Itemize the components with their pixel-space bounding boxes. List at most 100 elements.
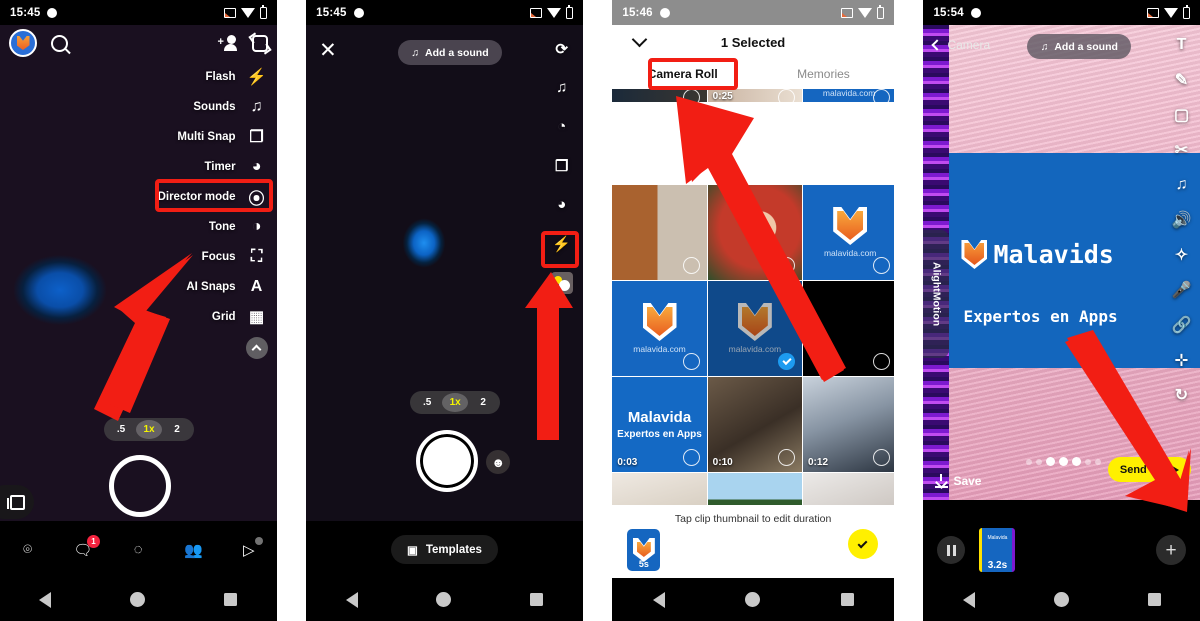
nav-back-icon[interactable] <box>39 591 52 608</box>
nav-home-icon[interactable] <box>1053 592 1069 607</box>
add-sound-button[interactable]: ♫ Add a sound <box>1027 34 1131 59</box>
media-cell[interactable]: malavida.com <box>612 281 707 376</box>
flip-camera-icon[interactable] <box>251 34 268 52</box>
media-cell[interactable]: 0:12 <box>803 377 894 472</box>
nav-back-icon[interactable] <box>345 591 358 608</box>
text-icon[interactable]: T <box>1171 34 1192 55</box>
media-cell[interactable] <box>612 185 707 280</box>
media-cell[interactable]: 0:25 <box>707 89 802 102</box>
zoom-option-half[interactable]: .5 <box>414 397 440 408</box>
select-circle[interactable] <box>778 89 795 102</box>
sidebar-item-friends[interactable]: 👥 <box>183 539 205 561</box>
emoji-lens-icon[interactable]: ☻ <box>486 450 511 474</box>
timer-icon[interactable]: ◕ <box>551 194 572 215</box>
music-note-icon[interactable]: ♫ <box>1171 174 1192 195</box>
nav-recents-icon[interactable] <box>1147 593 1161 606</box>
zoom-option-1x[interactable]: 1x <box>136 420 162 439</box>
select-circle[interactable] <box>682 89 700 102</box>
sidebar-item-camera[interactable]: ◌ <box>127 539 149 561</box>
magic-filter-icon[interactable]: ✧ <box>1171 244 1192 265</box>
nav-home-icon[interactable] <box>130 592 146 607</box>
menu-item-flash[interactable]: Flash ⚡ <box>158 62 268 92</box>
media-cell[interactable]: malavida.com <box>803 185 894 280</box>
avatar[interactable] <box>9 29 37 57</box>
menu-item-tone[interactable]: Tone ◑ <box>158 212 268 242</box>
attachment-icon[interactable]: 🔗 <box>1171 314 1192 335</box>
loop-icon[interactable]: ↻ <box>1171 384 1192 405</box>
nav-recents-icon[interactable] <box>224 593 238 606</box>
select-circle[interactable] <box>873 449 891 466</box>
select-circle[interactable] <box>682 353 700 370</box>
media-cell[interactable]: Malavida Expertos en Apps 0:03 <box>612 377 707 472</box>
collapse-menu-button[interactable] <box>245 337 268 359</box>
nav-back-icon[interactable] <box>962 591 975 608</box>
menu-item-ai-snaps[interactable]: AI Snaps A <box>158 272 268 302</box>
green-screen-icon[interactable] <box>550 272 573 294</box>
timeline-clip[interactable]: Malavida 3.2s <box>979 528 1016 572</box>
crop-icon[interactable]: ⊹ <box>1171 349 1192 370</box>
back-to-camera-button[interactable]: Camera <box>931 38 990 52</box>
select-circle[interactable] <box>778 257 795 274</box>
menu-item-director-mode[interactable]: Director mode ⦿ <box>158 182 268 212</box>
zoom-option-1x[interactable]: 1x <box>442 393 469 412</box>
media-cell[interactable]: 0:10 <box>707 377 802 472</box>
sticker-icon[interactable]: ▢ <box>1171 104 1192 125</box>
media-cell-selected[interactable]: malavida.com <box>707 281 802 376</box>
menu-item-focus[interactable]: Focus ⛶ <box>158 242 268 272</box>
menu-item-sounds[interactable]: Sounds ♫ <box>158 92 268 122</box>
filters-icon[interactable]: ◔ <box>551 116 572 137</box>
media-cell[interactable] <box>612 89 707 102</box>
save-button[interactable]: Save <box>935 474 981 488</box>
media-cell[interactable]: 0:15 <box>707 473 802 505</box>
tab-camera-roll[interactable]: Camera Roll <box>612 59 753 89</box>
zoom-selector[interactable]: .5 1x 2 <box>104 418 194 441</box>
zoom-option-2x[interactable]: 2 <box>470 397 496 408</box>
menu-item-timer[interactable]: Timer ◕ <box>158 152 268 182</box>
send-to-button[interactable]: Send To <box>1107 457 1192 482</box>
nav-home-icon[interactable] <box>745 592 761 607</box>
music-note-icon[interactable]: ♫ <box>551 77 572 98</box>
search-icon[interactable] <box>51 34 68 52</box>
select-circle[interactable] <box>778 449 795 466</box>
multi-snap-icon[interactable]: ❐ <box>551 155 572 176</box>
pause-button[interactable] <box>937 536 966 564</box>
templates-button[interactable]: ▣ Templates <box>390 535 498 564</box>
scissors-icon[interactable]: ✂ <box>1171 139 1192 160</box>
zoom-selector[interactable]: .5 1x 2 <box>410 391 501 414</box>
flip-camera-icon[interactable]: ⟳ <box>551 38 572 59</box>
tab-memories[interactable]: Memories <box>753 59 894 89</box>
media-cell[interactable] <box>707 185 802 280</box>
media-cell[interactable]: 0:21 <box>803 473 894 505</box>
confirm-button[interactable] <box>847 529 878 559</box>
media-cell[interactable]: 0:13 <box>612 473 707 505</box>
memories-button[interactable] <box>0 485 34 519</box>
add-clip-button[interactable]: + <box>1156 535 1186 565</box>
select-circle[interactable] <box>873 353 891 370</box>
sidebar-item-chat[interactable]: 🗨 1 <box>72 534 100 561</box>
draw-icon[interactable]: ✎ <box>1171 69 1192 90</box>
add-friend-icon[interactable]: + <box>218 35 237 51</box>
menu-item-multi-snap[interactable]: Multi Snap ❐ <box>158 122 268 152</box>
sidebar-item-spotlight[interactable]: ▷ <box>238 536 263 561</box>
zoom-option-2x[interactable]: 2 <box>164 424 190 435</box>
nav-recents-icon[interactable] <box>840 593 854 606</box>
media-cell[interactable] <box>803 281 894 376</box>
select-circle[interactable] <box>873 89 891 102</box>
flash-icon[interactable]: ⚡ <box>551 233 572 254</box>
shutter-button[interactable] <box>109 455 171 517</box>
add-sound-button[interactable]: ♫ Add a sound <box>398 40 502 65</box>
sidebar-item-map[interactable]: ⌾ <box>17 539 39 561</box>
mic-icon[interactable]: 🎤 <box>1171 279 1192 300</box>
media-cell[interactable]: malavida.com <box>803 89 894 102</box>
select-circle[interactable] <box>682 449 700 466</box>
nav-recents-icon[interactable] <box>530 593 544 606</box>
chevron-down-icon[interactable] <box>632 31 648 48</box>
nav-back-icon[interactable] <box>652 591 665 608</box>
select-circle-checked[interactable] <box>778 353 795 370</box>
shutter-button[interactable] <box>416 430 479 492</box>
select-circle[interactable] <box>682 257 700 274</box>
volume-icon[interactable]: 🔊 <box>1171 209 1192 230</box>
menu-item-grid[interactable]: Grid ▦ <box>158 302 268 332</box>
zoom-option-half[interactable]: .5 <box>108 424 134 435</box>
nav-home-icon[interactable] <box>436 592 452 607</box>
